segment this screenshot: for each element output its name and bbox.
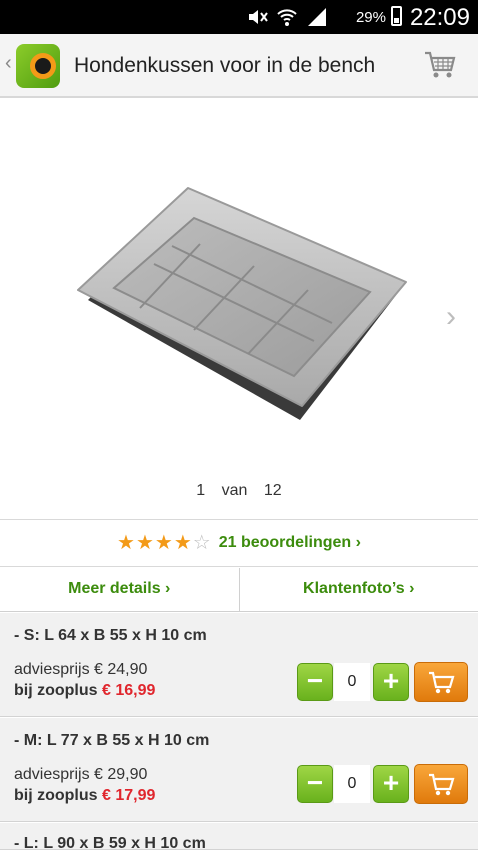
- product-image: [77, 187, 407, 420]
- zooplus-price: bij zooplus € 17,99: [14, 787, 155, 805]
- reviews-link[interactable]: 21 beoordelingen ›: [219, 534, 361, 552]
- image-pager: 1 van 12: [0, 482, 478, 500]
- variant-title: - M: L 77 x B 55 x H 10 cm: [14, 732, 210, 749]
- clock: 22:09: [409, 4, 470, 31]
- app-logo[interactable]: [16, 44, 60, 88]
- rating-row[interactable]: ★ ★ ★ ★ ☆ 21 beoordelingen ›: [0, 521, 478, 567]
- increase-quantity-button[interactable]: +: [373, 663, 409, 701]
- status-bar: 29% 22:09: [0, 0, 478, 34]
- star-filled-icon: ★: [154, 532, 173, 554]
- star-empty-icon: ☆: [192, 532, 211, 554]
- cart-icon: [429, 671, 455, 694]
- variant-row: - S: L 64 x B 55 x H 10 cm adviesprijs €…: [0, 613, 478, 717]
- decrease-quantity-button[interactable]: −: [297, 765, 333, 803]
- more-details-link[interactable]: Meer details ›: [0, 568, 239, 611]
- price-label: bij zooplus: [14, 682, 102, 699]
- zooplus-price: bij zooplus € 16,99: [14, 682, 155, 700]
- star-filled-icon: ★: [173, 532, 192, 554]
- variant-row: - L: L 90 x B 59 x H 10 cm: [0, 823, 478, 850]
- add-to-cart-button[interactable]: [414, 662, 468, 702]
- battery-percentage: 29%: [355, 9, 386, 26]
- pager-separator: van: [221, 482, 248, 499]
- increase-quantity-button[interactable]: +: [373, 765, 409, 803]
- next-image-chevron-icon[interactable]: ›: [446, 300, 456, 334]
- price-value: € 17,99: [102, 787, 156, 804]
- star-filled-icon: ★: [117, 532, 135, 554]
- shopping-cart-icon[interactable]: [424, 50, 456, 80]
- pager-total: 12: [263, 482, 282, 499]
- quantity-field[interactable]: 0: [334, 765, 370, 803]
- decrease-quantity-button[interactable]: −: [297, 663, 333, 701]
- customer-photos-link[interactable]: Klantenfoto’s ›: [238, 568, 478, 611]
- wifi-icon: [277, 9, 297, 26]
- detail-tabs: Meer details › Klantenfoto’s ›: [0, 568, 478, 612]
- app-bar: ‹ Hondenkussen voor in de bench: [0, 34, 478, 98]
- product-gallery[interactable]: › 1 van 12: [0, 100, 478, 520]
- quantity-field[interactable]: 0: [334, 663, 370, 701]
- variant-row: - M: L 77 x B 55 x H 10 cm adviesprijs €…: [0, 718, 478, 822]
- page-title: Hondenkussen voor in de bench: [74, 54, 376, 77]
- back-chevron-icon[interactable]: ‹: [5, 52, 12, 75]
- star-rating: ★ ★ ★ ★ ☆: [117, 533, 211, 553]
- variant-title: - L: L 90 x B 59 x H 10 cm: [14, 835, 206, 850]
- mute-icon: [249, 10, 268, 24]
- variant-title: - S: L 64 x B 55 x H 10 cm: [14, 627, 207, 644]
- price-value: € 16,99: [102, 682, 156, 699]
- star-filled-icon: ★: [135, 532, 154, 554]
- advice-price: adviesprijs € 29,90: [14, 766, 148, 783]
- signal-icon: [308, 8, 326, 26]
- advice-price: adviesprijs € 24,90: [14, 661, 148, 678]
- battery-icon: [391, 6, 402, 26]
- add-to-cart-button[interactable]: [414, 764, 468, 804]
- price-label: bij zooplus: [14, 787, 102, 804]
- cart-icon: [429, 773, 455, 796]
- pager-current: 1: [196, 482, 206, 499]
